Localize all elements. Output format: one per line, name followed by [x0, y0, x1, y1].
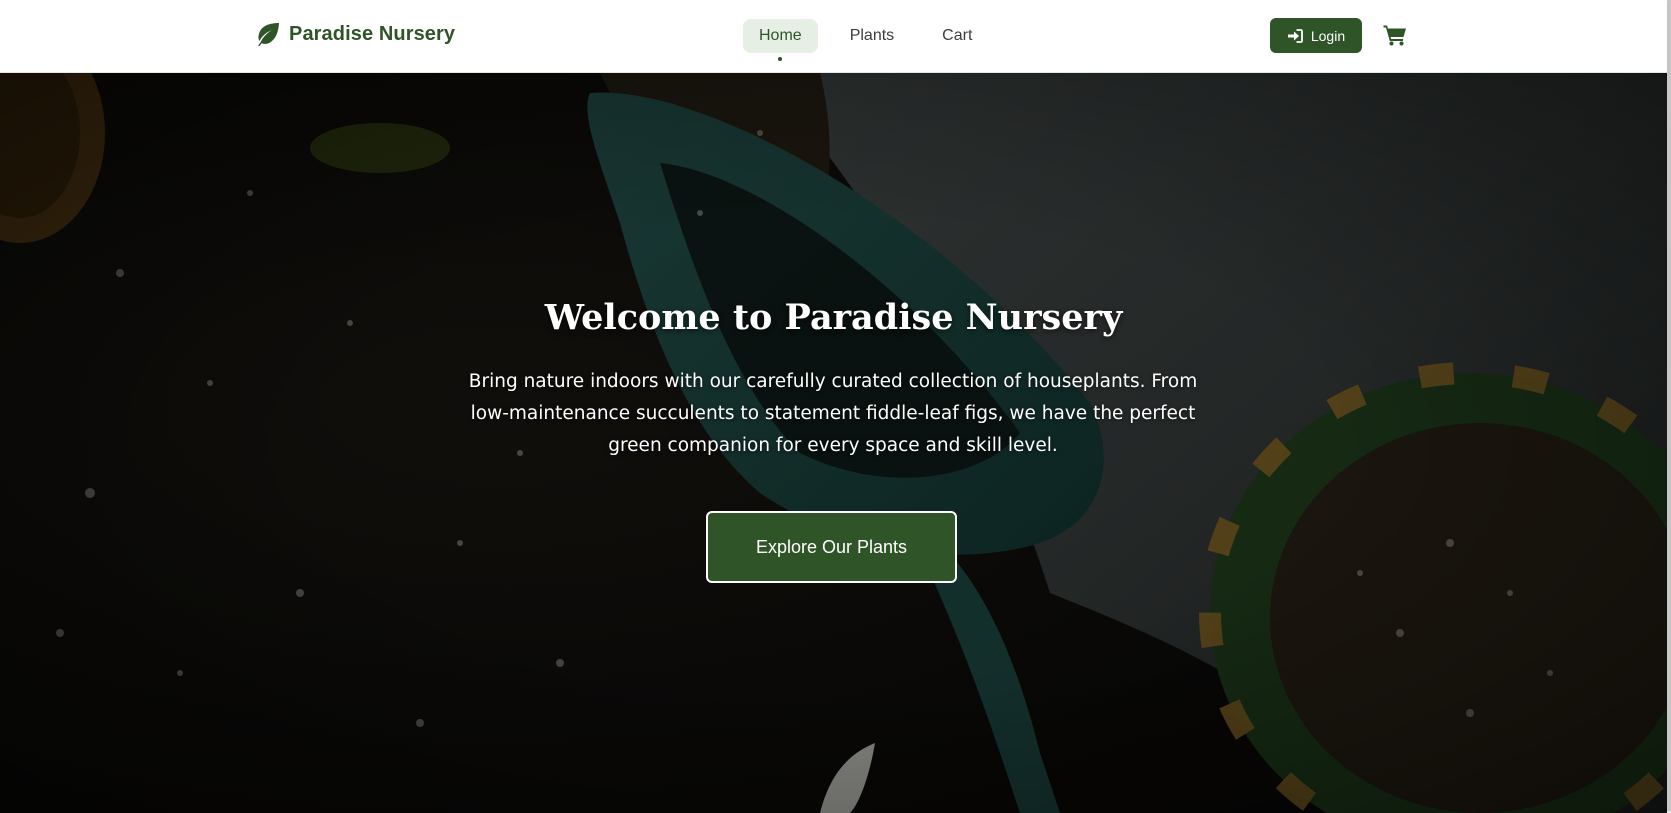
nav-plants[interactable]: Plants — [834, 19, 910, 53]
hero-description: Bring nature indoors with our carefully … — [468, 371, 1198, 456]
page: Paradise Nursery Home Plants Cart Login — [0, 0, 1671, 813]
login-button[interactable]: Login — [1270, 18, 1362, 53]
hero-content: Welcome to Paradise Nursery Bring nature… — [0, 73, 1667, 813]
page-scrollbar[interactable] — [1667, 0, 1671, 813]
login-label: Login — [1310, 27, 1346, 44]
sign-in-icon — [1287, 28, 1303, 43]
explore-plants-button[interactable]: Explore Our Plants — [706, 511, 957, 583]
hero-section: Welcome to Paradise Nursery Bring nature… — [0, 73, 1667, 813]
hero-title: Welcome to Paradise Nursery — [544, 297, 1123, 338]
main-nav: Home Plants Cart — [743, 19, 1004, 61]
shopping-cart-icon — [1383, 25, 1406, 46]
brand-logo[interactable]: Paradise Nursery — [255, 22, 455, 46]
navbar: Paradise Nursery Home Plants Cart Login — [0, 0, 1667, 73]
leaf-icon — [258, 23, 279, 46]
nav-cart[interactable]: Cart — [926, 19, 988, 53]
nav-home[interactable]: Home — [743, 19, 818, 61]
cart-button[interactable] — [1383, 24, 1409, 48]
scrollbar-thumb[interactable] — [1667, 0, 1671, 811]
brand-name: Paradise Nursery — [289, 22, 456, 45]
